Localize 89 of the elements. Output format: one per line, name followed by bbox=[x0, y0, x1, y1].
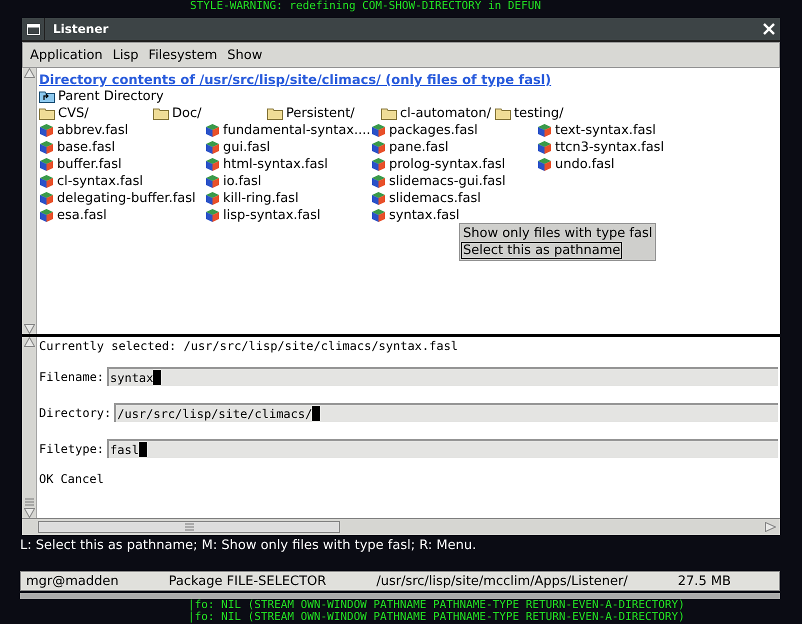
status-text: /usr/src/lisp/site/mcclim/Apps/Listener/ bbox=[376, 574, 628, 588]
menu-item[interactable]: Lisp bbox=[108, 48, 144, 62]
scroll-up-icon[interactable] bbox=[24, 337, 34, 347]
window-title: Listener bbox=[52, 22, 110, 36]
menu-item[interactable]: Application bbox=[25, 48, 108, 62]
menu-item[interactable]: Filesystem bbox=[144, 48, 222, 62]
file-entry[interactable]: html-syntax.fasl bbox=[205, 156, 371, 173]
status-text: 27.5 MB bbox=[678, 574, 731, 588]
scroll-grip-icon[interactable] bbox=[24, 498, 34, 506]
file-entry[interactable]: abbrev.fasl bbox=[39, 122, 205, 139]
file-entry[interactable]: cl-syntax.fasl bbox=[39, 173, 205, 190]
pointer-documentation: L: Select this as pathname; M: Show only files with type fasl; R: Menu. bbox=[20, 538, 478, 553]
file-entry[interactable]: slidemacs.fasl bbox=[371, 190, 537, 207]
command-link[interactable]: OK bbox=[39, 472, 54, 486]
cube-icon bbox=[39, 208, 54, 223]
folder-entry[interactable]: Persistent/ bbox=[267, 106, 381, 121]
file-entry[interactable]: kill-ring.fasl bbox=[205, 190, 371, 207]
cube-icon bbox=[537, 123, 552, 138]
cube-icon bbox=[205, 174, 220, 189]
file-entry[interactable]: undo.fasl bbox=[537, 156, 703, 173]
file-entry[interactable]: io.fasl bbox=[205, 173, 371, 190]
popup-menu-item[interactable]: Select this as pathname bbox=[461, 242, 622, 259]
text-field[interactable]: syntax bbox=[107, 367, 778, 386]
cube-icon bbox=[371, 140, 386, 155]
folder-entry[interactable]: testing/ bbox=[495, 106, 595, 121]
popup-menu-item[interactable]: Show only files with type fasl bbox=[461, 225, 654, 242]
terminal-line: |fo: NIL (STREAM OWN-WINDOW PATHNAME PATHNAME-TYPE RETURN-EVEN-A-DIRECTORY) bbox=[187, 611, 686, 623]
cube-icon bbox=[205, 157, 220, 172]
file-entry[interactable]: text-syntax.fasl bbox=[537, 122, 703, 139]
text-field[interactable]: /usr/src/lisp/site/climacs/ bbox=[114, 403, 778, 422]
cube-icon bbox=[371, 208, 386, 223]
command-link[interactable]: Cancel bbox=[60, 472, 104, 486]
horizontal-scrollbar[interactable] bbox=[22, 518, 780, 535]
folder-entry[interactable]: Doc/ bbox=[153, 106, 267, 121]
folder-icon bbox=[267, 107, 283, 120]
folder-entry[interactable]: CVS/ bbox=[39, 106, 153, 121]
cube-icon bbox=[39, 191, 54, 206]
field-label: Directory: bbox=[39, 406, 112, 420]
cube-icon bbox=[205, 191, 220, 206]
field-label: Filename: bbox=[39, 370, 104, 384]
terminal-line: |fo: NIL (STREAM OWN-WINDOW PATHNAME PATHNAME-TYPE RETURN-EVEN-A-DIRECTORY) bbox=[187, 599, 686, 611]
cube-icon bbox=[371, 191, 386, 206]
cube-icon bbox=[537, 157, 552, 172]
folder-icon bbox=[153, 107, 169, 120]
file-entry[interactable]: syntax.fasl bbox=[371, 207, 537, 224]
file-entry[interactable]: esa.fasl bbox=[39, 207, 205, 224]
folder-entry[interactable]: cl-automaton/ bbox=[381, 106, 495, 121]
close-icon bbox=[763, 23, 775, 35]
file-entry[interactable]: gui.fasl bbox=[205, 139, 371, 156]
folder-icon bbox=[495, 107, 511, 120]
cube-icon bbox=[39, 140, 54, 155]
file-entry[interactable]: packages.fasl bbox=[371, 122, 537, 139]
folder-icon bbox=[381, 107, 397, 120]
file-entry[interactable]: ttcn3-syntax.fasl bbox=[537, 139, 703, 156]
file-entry[interactable]: delegating-buffer.fasl bbox=[39, 190, 205, 207]
file-entry[interactable]: base.fasl bbox=[39, 139, 205, 156]
file-entry[interactable]: buffer.fasl bbox=[39, 156, 205, 173]
scroll-thumb[interactable] bbox=[38, 521, 340, 533]
terminal-line: STYLE-WARNING: redefining COM-SHOW-DIRECTORY in DEFUN bbox=[189, 0, 542, 12]
file-entry[interactable]: slidemacs-gui.fasl bbox=[371, 173, 537, 190]
directory-heading-link[interactable]: Directory contents of /usr/src/lisp/site/climacs/ (only files of type fasl) bbox=[39, 73, 552, 88]
file-entry[interactable]: prolog-syntax.fasl bbox=[371, 156, 537, 173]
cube-icon bbox=[205, 140, 220, 155]
field-label: Filetype: bbox=[39, 442, 104, 456]
folder-icon bbox=[39, 107, 55, 120]
scroll-grip-icon[interactable] bbox=[184, 523, 194, 531]
status-text: mgr@madden bbox=[26, 574, 119, 588]
cube-icon bbox=[205, 123, 220, 138]
file-entry[interactable]: pane.fasl bbox=[371, 139, 537, 156]
cube-icon bbox=[371, 157, 386, 172]
text-field[interactable]: fasl bbox=[107, 439, 778, 458]
cube-icon bbox=[39, 123, 54, 138]
folder-up-icon bbox=[39, 90, 55, 103]
window-menu-icon[interactable] bbox=[26, 24, 40, 34]
file-entry[interactable]: fundamental-syntax.... bbox=[205, 122, 371, 139]
current-selection-text: Currently selected: /usr/src/lisp/site/climacs/syntax.fasl bbox=[39, 338, 460, 355]
cube-icon bbox=[537, 140, 552, 155]
menu-item[interactable]: Show bbox=[222, 48, 268, 62]
cube-icon bbox=[371, 123, 386, 138]
vertical-scrollbar[interactable] bbox=[22, 337, 37, 518]
vertical-scrollbar[interactable] bbox=[22, 68, 37, 334]
status-text: Package FILE-SELECTOR bbox=[168, 574, 326, 588]
parent-directory-link[interactable]: Parent Directory bbox=[39, 89, 339, 104]
cube-icon bbox=[39, 174, 54, 189]
scroll-right-icon[interactable] bbox=[765, 522, 776, 532]
cube-icon bbox=[371, 174, 386, 189]
cube-icon bbox=[39, 157, 54, 172]
cube-icon bbox=[205, 208, 220, 223]
file-entry[interactable]: lisp-syntax.fasl bbox=[205, 207, 371, 224]
